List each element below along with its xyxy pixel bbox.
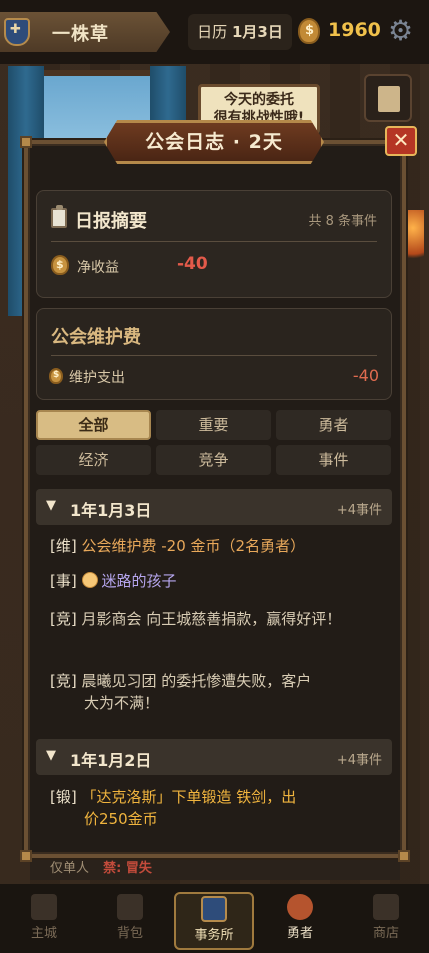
shop-icon bbox=[373, 894, 399, 920]
divider bbox=[51, 355, 377, 356]
log-tag: [竞] bbox=[50, 610, 77, 628]
log-tag: [事] bbox=[50, 572, 77, 590]
nav-label: 商店 bbox=[372, 926, 399, 941]
nav-item-shop[interactable]: 商店 bbox=[346, 892, 426, 950]
gold-amount: 1960 bbox=[328, 19, 381, 41]
clipboard-icon bbox=[51, 205, 67, 228]
net-income-value: -40 bbox=[177, 254, 208, 274]
log-text: 「达克洛斯」下单锻造 铁剑，出 bbox=[81, 788, 297, 806]
bottom-nav: 主城 背包 事务所 勇者 商店 bbox=[0, 884, 429, 953]
day-event-count: +4事件 bbox=[336, 753, 382, 768]
frame-corner bbox=[20, 136, 32, 148]
filter-important[interactable]: 重要 bbox=[156, 410, 271, 440]
day-event-count: +4事件 bbox=[336, 503, 382, 518]
nav-item-heroes[interactable]: 勇者 bbox=[260, 892, 340, 950]
log-text: 晨曦见习团 的委托惨遭失败，客户 bbox=[81, 672, 312, 690]
modal-title: 公会日志 · 2天 bbox=[145, 131, 283, 153]
log-entry: [竞] 月影商会 向王城慈善捐款，赢得好评！ bbox=[50, 608, 380, 630]
upkeep-value: -40 bbox=[352, 366, 379, 385]
log-entry: [竞] 晨曦见习团 的委托惨遭失败，客户 大为不满！ bbox=[50, 670, 380, 714]
day-title: 1年1月3日 bbox=[70, 501, 152, 520]
nav-item-backpack[interactable]: 背包 bbox=[90, 892, 170, 950]
settings-gear-icon[interactable]: ⚙ bbox=[388, 16, 413, 46]
solo-only-label: 仅单人 bbox=[50, 861, 90, 876]
day-header[interactable]: ▼ 1年1月2日 +4事件 bbox=[36, 739, 392, 775]
upkeep-title: 公会维护费 bbox=[51, 327, 141, 348]
current-date: 1月3日 bbox=[231, 23, 283, 41]
filter-events[interactable]: 事件 bbox=[276, 445, 391, 475]
guild-shield-icon bbox=[4, 18, 30, 46]
castle-icon bbox=[31, 894, 57, 920]
calendar-label: 日历 bbox=[197, 23, 228, 41]
frame-corner bbox=[20, 850, 32, 862]
child-icon bbox=[81, 572, 98, 588]
log-entry: [维] 公会维护费 -20 金币（2名勇者） bbox=[50, 535, 380, 557]
net-income-label: 净收益 bbox=[77, 260, 119, 276]
log-text: 公会维护费 -20 金币（2名勇者） bbox=[81, 537, 306, 555]
scroll-icon bbox=[378, 86, 400, 112]
day-title: 1年1月2日 bbox=[70, 751, 152, 770]
top-bar: 一株草 日历 1月3日 1960 ⚙ bbox=[0, 0, 429, 64]
ban-label: 禁: 冒失 bbox=[103, 861, 152, 876]
nav-label: 主城 bbox=[30, 926, 57, 941]
nav-label: 勇者 bbox=[286, 926, 313, 941]
filter-all[interactable]: 全部 bbox=[36, 410, 151, 440]
scroll-button[interactable] bbox=[364, 74, 412, 122]
calendar-date[interactable]: 日历 1月3日 bbox=[188, 14, 292, 50]
nav-label: 背包 bbox=[116, 926, 143, 941]
money-bag-icon bbox=[49, 368, 63, 384]
office-shield-icon bbox=[201, 896, 227, 922]
nav-item-main-city[interactable]: 主城 bbox=[4, 892, 84, 950]
backpack-icon bbox=[117, 894, 143, 920]
log-tag: [锻] bbox=[50, 788, 77, 806]
daily-summary-card: 日报摘要 共 8 条事件 净收益 -40 bbox=[36, 190, 392, 298]
frame-corner bbox=[398, 850, 410, 862]
filter-competition[interactable]: 竞争 bbox=[156, 445, 271, 475]
summary-title: 日报摘要 bbox=[75, 211, 147, 232]
party-restriction-strip: 仅单人 禁: 冒失 bbox=[30, 856, 400, 880]
log-text-continued: 价250金币 bbox=[84, 810, 158, 828]
hero-avatar-icon bbox=[287, 894, 313, 920]
gold-bag-icon bbox=[298, 18, 320, 44]
day-header[interactable]: ▼ 1年1月3日 +4事件 bbox=[36, 489, 392, 525]
filter-economy[interactable]: 经济 bbox=[36, 445, 151, 475]
filter-heroes[interactable]: 勇者 bbox=[276, 410, 391, 440]
log-entry[interactable]: [事] 迷路的孩子 bbox=[50, 570, 380, 592]
nav-item-office[interactable]: 事务所 bbox=[174, 892, 254, 950]
collapse-arrow-icon: ▼ bbox=[46, 498, 56, 513]
log-text: 月影商会 向王城慈善捐款，赢得好评！ bbox=[81, 610, 342, 628]
upkeep-label: 维护支出 bbox=[69, 370, 125, 386]
log-entry: [锻] 「达克洛斯」下单锻造 铁剑，出 价250金币 bbox=[50, 786, 380, 830]
log-text: 迷路的孩子 bbox=[101, 572, 177, 590]
divider bbox=[51, 241, 377, 242]
event-count: 共 8 条事件 bbox=[308, 214, 377, 229]
log-tag: [维] bbox=[50, 537, 77, 555]
log-tag: [竞] bbox=[50, 672, 77, 690]
close-button[interactable]: ✕ bbox=[385, 126, 417, 156]
log-text-continued: 大为不满！ bbox=[84, 694, 160, 712]
guild-name: 一株草 bbox=[52, 24, 109, 45]
money-bag-icon bbox=[51, 255, 69, 275]
nav-label: 事务所 bbox=[194, 928, 234, 943]
collapse-arrow-icon: ▼ bbox=[46, 748, 56, 763]
quest-sign-line1: 今天的委托 bbox=[224, 92, 294, 108]
upkeep-card: 公会维护费 维护支出 -40 bbox=[36, 308, 392, 400]
